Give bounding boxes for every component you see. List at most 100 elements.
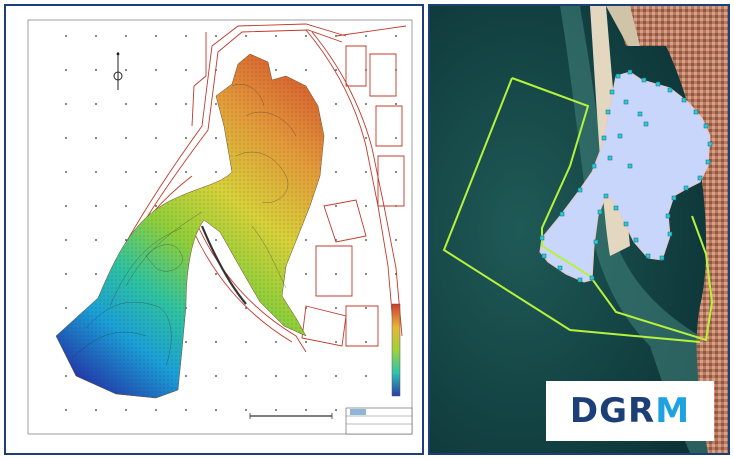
grid-mark [395,239,397,241]
grid-mark [185,69,187,71]
survey-point [683,185,689,191]
grid-mark [95,273,97,275]
grid-mark [95,205,97,207]
grid-mark [335,273,337,275]
survey-point [577,187,583,193]
grid-mark [335,171,337,173]
north-arrow-icon [113,52,123,90]
survey-point [681,97,687,103]
grid-mark [65,273,67,275]
grid-mark [365,239,367,241]
grid-mark [335,69,337,71]
survey-point [601,135,607,141]
grid-mark [155,409,157,411]
grid-mark [305,69,307,71]
grid-mark [185,171,187,173]
grid-mark [395,103,397,105]
survey-point [613,205,619,211]
grid-mark [395,35,397,37]
grid-mark [185,375,187,377]
grid-mark [245,375,247,377]
grid-mark [95,239,97,241]
survey-point [597,209,603,215]
survey-point [655,81,661,87]
grid-mark [155,137,157,139]
grid-mark [365,171,367,173]
survey-point [705,159,711,165]
survey-point [703,123,709,129]
grid-mark [125,69,127,71]
bathymetric-plan-panel [4,4,424,455]
grid-mark [395,137,397,139]
grid-mark [335,103,337,105]
grid-mark [335,375,337,377]
survey-point [607,155,613,161]
grid-mark [125,171,127,173]
survey-point [559,211,565,217]
grid-mark [215,171,217,173]
grid-mark [305,35,307,37]
grid-mark [305,341,307,343]
grid-mark [305,409,307,411]
grid-mark [215,409,217,411]
grid-mark [155,171,157,173]
grid-mark [125,137,127,139]
grid-mark [215,341,217,343]
grid-mark [305,239,307,241]
survey-point [539,235,545,241]
grid-mark [215,35,217,37]
grid-mark [335,409,337,411]
grid-mark [275,341,277,343]
survey-point [633,237,639,243]
grid-mark [215,239,217,241]
grid-mark [275,409,277,411]
title-block [249,407,413,435]
grid-mark [395,171,397,173]
grid-mark [65,409,67,411]
grid-mark [245,341,247,343]
grid-mark [125,409,127,411]
survey-point [577,277,583,283]
grid-mark [65,307,67,309]
grid-mark [305,375,307,377]
survey-point [589,275,595,281]
grid-mark [275,35,277,37]
grid-mark [215,103,217,105]
survey-point [627,163,633,169]
grid-mark [185,35,187,37]
survey-point [615,73,621,79]
survey-point [643,121,649,127]
survey-point [605,109,611,115]
grid-mark [215,307,217,309]
survey-point [693,109,699,115]
dgrm-logo: DGRM [546,381,714,441]
logo-text: DGRM [570,391,690,431]
grid-mark [65,137,67,139]
survey-point [593,239,599,245]
grid-mark [245,35,247,37]
survey-point [557,265,563,271]
grid-mark [185,137,187,139]
grid-mark [215,273,217,275]
grid-mark [335,205,337,207]
grid-mark [365,205,367,207]
survey-point [645,253,651,259]
grid-mark [65,103,67,105]
survey-point [697,175,703,181]
survey-point [637,111,643,117]
grid-mark [155,205,157,207]
survey-point [617,133,623,139]
survey-point [541,253,547,259]
grid-mark [95,409,97,411]
survey-point [667,231,673,237]
survey-point [667,87,673,93]
grid-mark [185,103,187,105]
grid-mark [365,137,367,139]
survey-point [603,193,609,199]
survey-point [591,163,597,169]
logo-text-accent: M [655,391,691,431]
grid-mark [365,273,367,275]
grid-mark [95,69,97,71]
grid-mark [245,409,247,411]
grid-mark [95,35,97,37]
